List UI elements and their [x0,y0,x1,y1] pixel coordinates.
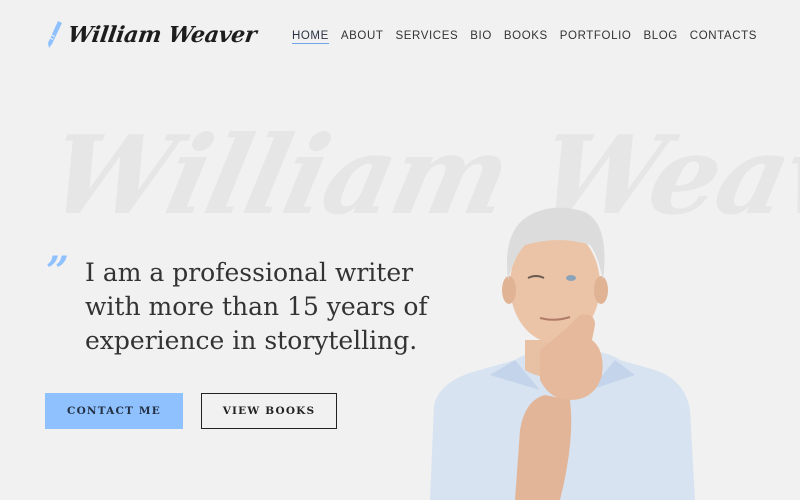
nav-item-services[interactable]: SERVICES [396,30,459,45]
hero-quote: I am a professional writer with more tha… [85,258,428,355]
logo[interactable]: William Weaver [44,20,259,50]
nav-item-books[interactable]: BOOKS [504,30,548,45]
logo-text: William Weaver [66,22,259,48]
contact-me-button[interactable]: CONTACT ME [45,393,183,429]
nav-item-about[interactable]: ABOUT [341,30,384,45]
main-nav: HOME ABOUT SERVICES BIO BOOKS PORTFOLIO … [291,30,757,45]
nav-item-home[interactable]: HOME [291,30,329,45]
pen-nib-icon [48,21,62,48]
nav-item-blog[interactable]: BLOG [643,30,677,45]
author-portrait [430,207,695,500]
view-books-button[interactable]: VIEW BOOKS [201,393,337,429]
site-header: William Weaver HOME ABOUT SERVICES BIO B… [0,0,800,75]
nav-item-bio[interactable]: BIO [470,30,492,45]
quote-icon: ” [46,248,70,295]
nav-item-portfolio[interactable]: PORTFOLIO [560,30,632,45]
nav-item-contacts[interactable]: CONTACTS [690,30,757,45]
